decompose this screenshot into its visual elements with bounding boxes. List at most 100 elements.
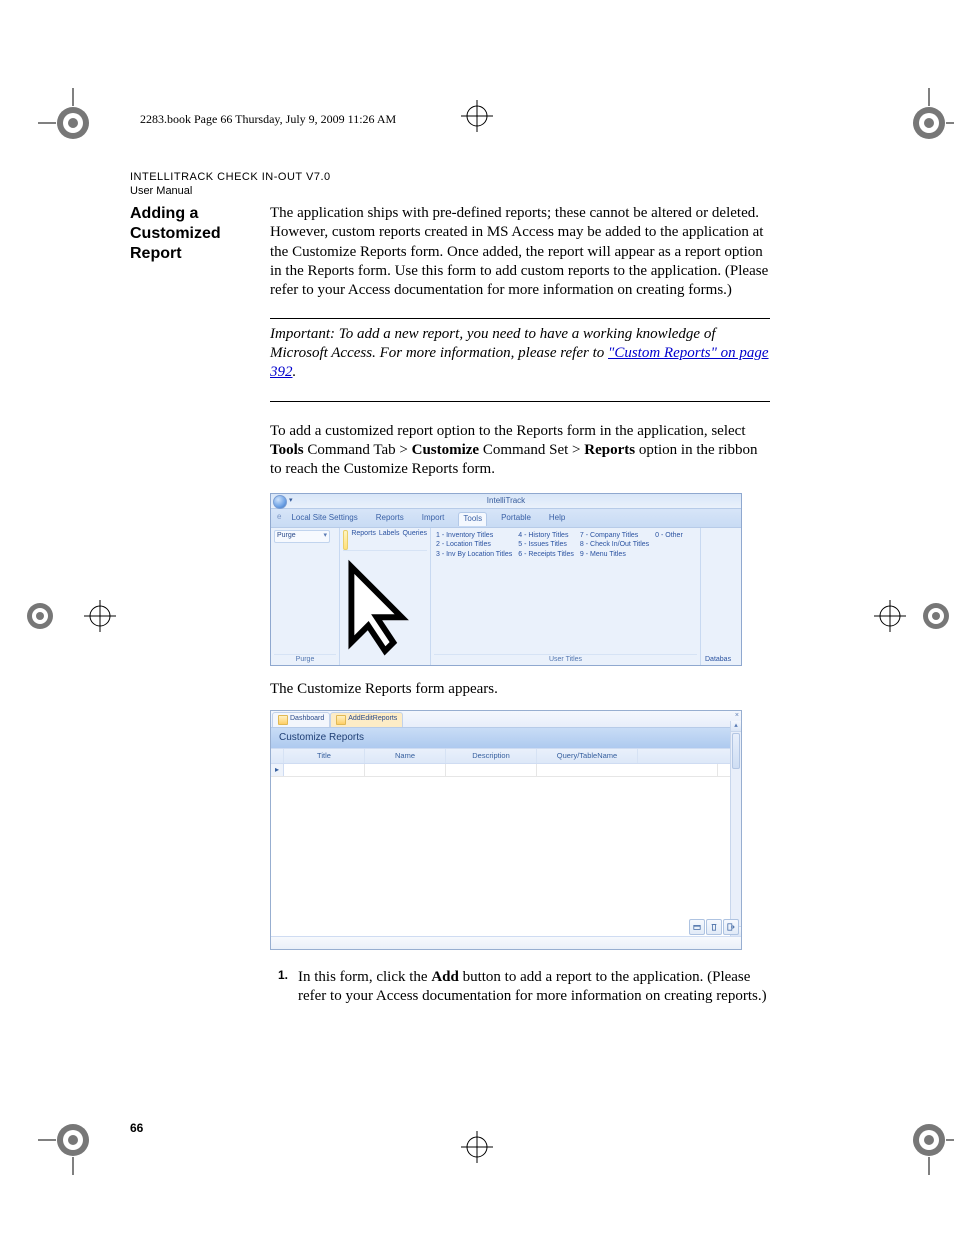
doc-manual-line: User Manual	[130, 184, 770, 198]
ribbon-app-title: IntelliTrack	[487, 496, 525, 505]
title-8[interactable]: 8 - Check In/Out Titles	[580, 541, 649, 549]
form-icon	[336, 715, 346, 725]
doc-product-line: INTELLITRACK CHECK IN-OUT V7.0	[130, 170, 770, 184]
crf-cell-description[interactable]	[446, 764, 537, 776]
crf-cell-query[interactable]	[537, 764, 718, 776]
important-note-tail: .	[293, 364, 297, 380]
row-selector-icon[interactable]: ▸	[271, 764, 284, 776]
scroll-up-icon[interactable]: ▴	[731, 721, 741, 732]
cursor-icon	[343, 660, 427, 666]
s1-add: Add	[431, 969, 459, 985]
customize-reports-label[interactable]: Reports	[351, 530, 376, 539]
ribbon-group-customize: Reports Labels Queries Customize	[340, 528, 431, 666]
ribbon-group-user-titles: 1 - Inventory Titles 2 - Location Titles…	[431, 528, 701, 666]
crop-mark-tl	[38, 88, 108, 158]
ribbon-titlebar: ▾ IntelliTrack	[271, 494, 741, 509]
crf-tab-dashboard-label: Dashboard	[290, 715, 324, 724]
title-7[interactable]: 7 - Company Titles	[580, 532, 649, 540]
instruction-paragraph: To add a customized report option to the…	[270, 422, 770, 480]
title-2[interactable]: 2 - Location Titles	[436, 541, 512, 549]
crop-mark-bl	[38, 1105, 108, 1175]
scrollbar-thumb[interactable]	[732, 733, 740, 769]
crf-header-description[interactable]: Description	[446, 749, 537, 763]
crf-action-buttons	[689, 919, 739, 935]
crf-column-headers: Title Name Description Query/TableName	[271, 748, 741, 764]
p2-c: Command Tab >	[304, 442, 412, 458]
reg-mark-top	[457, 96, 497, 136]
section-heading: Adding a Customized Report	[130, 204, 250, 264]
s1-a: In this form, click the	[298, 969, 431, 985]
customize-queries-label[interactable]: Queries	[402, 530, 427, 539]
step-1-text: In this form, click the Add button to ad…	[298, 968, 770, 1006]
p2-reports: Reports	[584, 442, 635, 458]
intro-paragraph: The application ships with pre-defined r…	[270, 204, 770, 300]
database-label[interactable]: Databas	[705, 656, 739, 665]
chevron-down-icon: ▾	[323, 532, 327, 541]
title-3[interactable]: 3 - Inv By Location Titles	[436, 551, 512, 559]
step-1: 1. In this form, click the Add button to…	[270, 968, 770, 1006]
important-note: Important: To add a new report, you need…	[270, 325, 770, 383]
purge-dropdown[interactable]: Purge ▾	[274, 530, 330, 543]
crf-tab-strip: Dashboard AddEditReports ×	[271, 711, 741, 728]
note-rule-top	[270, 318, 770, 319]
ribbon-tab-strip: e Local Site Settings Reports Import Too…	[271, 509, 741, 527]
title-6[interactable]: 6 - Receipts Titles	[518, 551, 574, 559]
crf-cell-title[interactable]	[284, 764, 365, 776]
crop-mark-tr	[894, 88, 954, 158]
crf-header-title[interactable]: Title	[284, 749, 365, 763]
tab-edge-left: e	[277, 512, 281, 525]
customize-reports-form-screenshot: Dashboard AddEditReports × Customize Rep…	[270, 710, 742, 950]
qat-dropdown-icon[interactable]: ▾	[289, 497, 293, 506]
running-header: 2283.book Page 66 Thursday, July 9, 2009…	[140, 112, 396, 127]
crf-cell-name[interactable]	[365, 764, 446, 776]
ribbon-group-purge: Purge ▾ Purge	[271, 528, 340, 666]
ribbon-group-database: Databas	[701, 528, 741, 666]
crop-mark-br	[894, 1105, 954, 1175]
tab-import[interactable]: Import	[418, 512, 449, 525]
customize-reports-button[interactable]	[343, 530, 348, 550]
step-1-number: 1.	[270, 968, 288, 1006]
tab-reports[interactable]: Reports	[372, 512, 408, 525]
page-number: 66	[130, 1121, 143, 1135]
title-0[interactable]: 0 - Other	[655, 532, 683, 540]
p2-a: To add a customized report option to the…	[270, 423, 746, 439]
tab-portable[interactable]: Portable	[497, 512, 535, 525]
p2-e: Command Set >	[479, 442, 584, 458]
office-orb-icon[interactable]	[273, 495, 287, 509]
reg-mark-right-outer	[916, 596, 954, 636]
tab-local-site-settings[interactable]: Local Site Settings	[287, 512, 361, 525]
crf-header-query[interactable]: Query/TableName	[537, 749, 638, 763]
vertical-scrollbar[interactable]: ▴ ▾	[730, 721, 741, 937]
title-9[interactable]: 9 - Menu Titles	[580, 551, 649, 559]
delete-button[interactable]	[706, 919, 722, 935]
crf-title: Customize Reports	[271, 728, 741, 749]
p2-customize: Customize	[412, 442, 480, 458]
note-rule-bot	[270, 401, 770, 402]
crf-tab-addedit-label: AddEditReports	[348, 715, 397, 724]
purge-group-label: Purge	[274, 654, 336, 665]
tab-tools[interactable]: Tools	[458, 512, 487, 525]
tab-help[interactable]: Help	[545, 512, 569, 525]
record-navigator[interactable]	[271, 936, 741, 949]
title-5[interactable]: 5 - Issues Titles	[518, 541, 574, 549]
customize-labels-label[interactable]: Labels	[379, 530, 400, 539]
crf-tab-addeditreports[interactable]: AddEditReports	[330, 712, 403, 727]
reg-mark-left-inner	[80, 596, 120, 636]
form-icon	[278, 715, 288, 725]
reg-mark-right-inner	[870, 596, 910, 636]
crf-new-row[interactable]: ▸	[271, 764, 741, 777]
user-titles-group-label: User Titles	[434, 654, 697, 665]
figure-caption: The Customize Reports form appears.	[270, 680, 770, 699]
title-4[interactable]: 4 - History Titles	[518, 532, 574, 540]
crf-tab-dashboard[interactable]: Dashboard	[272, 712, 330, 727]
title-1[interactable]: 1 - Inventory Titles	[436, 532, 512, 540]
reg-mark-left-outer	[20, 596, 60, 636]
add-button[interactable]	[689, 919, 705, 935]
reg-mark-bot	[457, 1127, 497, 1167]
purge-label: Purge	[277, 532, 296, 541]
ribbon-screenshot: ▾ IntelliTrack e Local Site Settings Rep…	[270, 493, 742, 666]
exit-button[interactable]	[723, 919, 739, 935]
p2-tools: Tools	[270, 442, 304, 458]
close-icon[interactable]: ×	[735, 712, 739, 721]
crf-header-name[interactable]: Name	[365, 749, 446, 763]
